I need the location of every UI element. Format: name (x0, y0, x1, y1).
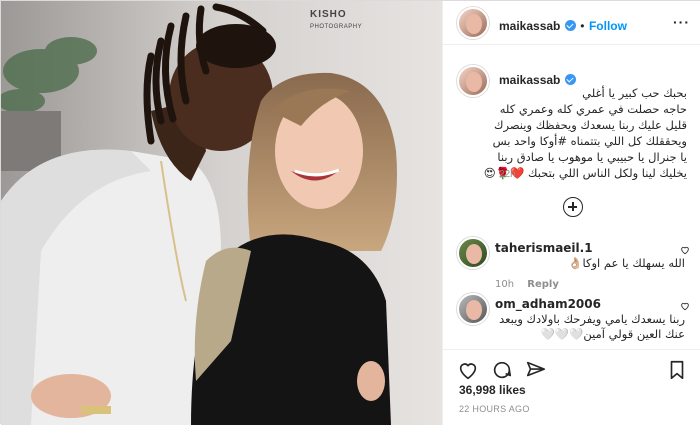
post-caption: بحبك حب كبير يا أغلي حاجه حصلت في عمري ك… (457, 85, 687, 181)
post-timestamp[interactable]: 22 HOURS AGO (459, 404, 530, 414)
heart-icon[interactable] (457, 359, 479, 381)
post-photo[interactable]: KISHO PHOTOGRAPHY (1, 1, 442, 425)
caption-line: قليل عليك ربنا يسعدك ويحفظك وينصرك (494, 118, 687, 132)
commenter-avatar[interactable] (457, 293, 489, 325)
comment-text-block: taherismaeil.1 الله يسهلك يا عم اوكا👌🏼 1… (495, 241, 685, 292)
comment-meta: 10h Reply (495, 277, 685, 292)
caption-time[interactable]: 22h (499, 169, 516, 180)
caption-line: بحبك حب كبير يا أغلي (582, 86, 687, 100)
watermark-sub: PHOTOGRAPHY (310, 24, 363, 30)
plus-circle-icon[interactable] (563, 197, 583, 217)
header-user-line: maikassab • Follow (499, 17, 627, 35)
post-header: maikassab • Follow ··· (443, 1, 700, 45)
heart-icon[interactable] (680, 301, 690, 311)
share-icon[interactable] (525, 359, 547, 381)
follow-button[interactable]: Follow (589, 19, 627, 33)
couple-photo-illustration (1, 1, 442, 425)
photo-watermark: KISHO PHOTOGRAPHY (310, 9, 362, 31)
caption-line: يخليك لينا ولكل الناس اللي بتحبك ❤️🌹😍 (483, 166, 687, 180)
author-avatar[interactable] (457, 7, 489, 39)
commenter-username[interactable]: taherismaeil.1 (495, 241, 685, 256)
comment-icon[interactable] (491, 359, 513, 381)
bookmark-icon[interactable] (666, 359, 688, 381)
comment-time[interactable]: 10h (495, 279, 514, 290)
commenter-avatar[interactable] (457, 237, 489, 269)
separator-dot: • (580, 19, 585, 33)
verified-badge-icon (564, 74, 576, 85)
caption-line: حاجه حصلت في عمري كله وعمري كله (499, 102, 687, 116)
instagram-post: KISHO PHOTOGRAPHY maikassab • Follow ···… (0, 0, 700, 425)
verified-badge-icon (564, 20, 576, 31)
more-icon[interactable]: ··· (673, 15, 690, 29)
comment-text-block: om_adham2006 ربنا يسعدك يامي ويفرحك باول… (495, 297, 685, 342)
author-username[interactable]: maikassab (499, 19, 560, 33)
caption-line: يا جنرال يا حبيبي يا موهوب يا صادق ربنا (497, 150, 687, 164)
caption-line: ويحققلك كل اللي بتتمناه #أوكا واحد بس (492, 134, 687, 148)
heart-icon[interactable] (680, 245, 690, 255)
commenter-username[interactable]: om_adham2006 (495, 297, 685, 312)
post-actions (443, 349, 700, 383)
reply-button[interactable]: Reply (527, 279, 559, 290)
watermark-main: KISHO (310, 9, 347, 20)
comment-body: الله يسهلك يا عم اوكا👌🏼 (568, 256, 685, 270)
post-side-panel: maikassab • Follow ··· maikassab بحبك حب… (442, 1, 700, 425)
likes-count[interactable]: 36,998 likes (459, 383, 526, 397)
comment-body: ربنا يسعدك يامي ويفرحك باولادك ويبعد عنك… (499, 312, 685, 341)
